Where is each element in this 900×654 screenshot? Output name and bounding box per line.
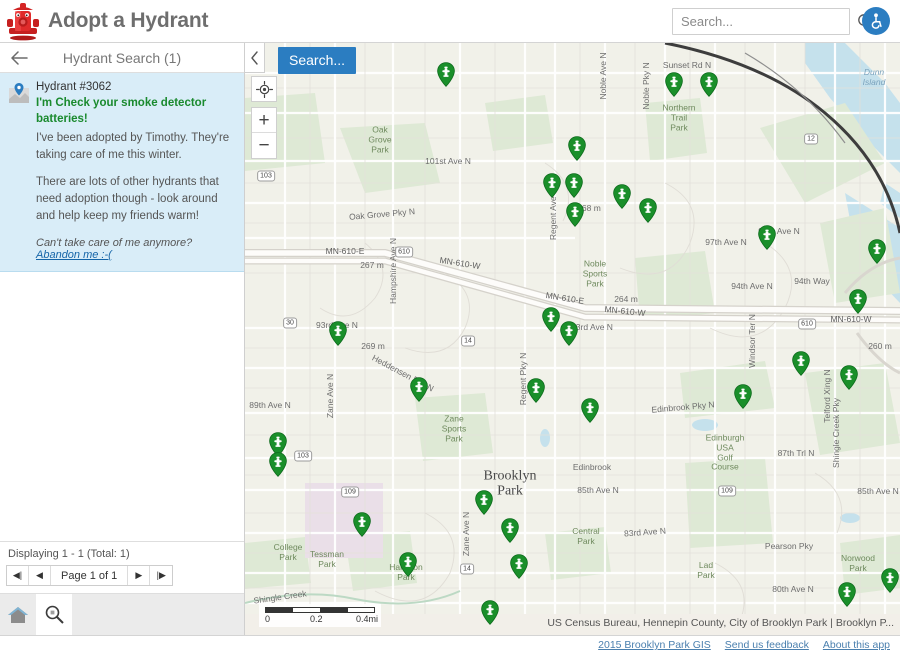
- hydrant-pin-marker[interactable]: [410, 377, 428, 402]
- map-controls: [245, 43, 265, 73]
- page-title: Adopt a Hydrant: [48, 9, 209, 32]
- scale-ticks: [265, 607, 375, 613]
- footer-link-feedback[interactable]: Send us feedback: [725, 639, 809, 651]
- hydrant-pin-marker[interactable]: [840, 365, 858, 390]
- search-tool-icon[interactable]: [36, 594, 72, 635]
- hydrant-pin-marker[interactable]: [399, 552, 417, 577]
- hydrant-pin-marker[interactable]: [568, 136, 586, 161]
- map-scale-bar: 0 0.2 0.4mi: [259, 604, 381, 627]
- panel-title: Hydrant Search (1): [62, 49, 182, 66]
- hydrant-pin-marker[interactable]: [838, 582, 856, 607]
- app-footer: 2015 Brooklyn Park GIS Send us feedback …: [0, 635, 900, 654]
- hydrant-pin-marker[interactable]: [527, 378, 545, 403]
- pager-last-button[interactable]: |▶: [150, 566, 172, 585]
- scale-tick-2: 0.4mi: [356, 614, 379, 624]
- hydrant-pin-marker[interactable]: [849, 289, 867, 314]
- hydrant-pin-marker[interactable]: [734, 384, 752, 409]
- hydrant-pin-marker[interactable]: [269, 452, 287, 477]
- app-header: Adopt a Hydrant: [0, 0, 900, 43]
- hydrant-pin-marker[interactable]: [700, 72, 718, 97]
- hydrant-pin-marker[interactable]: [510, 554, 528, 579]
- result-abandon-row: Can't take care of me anymore? Abandon m…: [36, 237, 236, 261]
- back-arrow-icon[interactable]: [8, 47, 30, 69]
- hydrant-pin-marker[interactable]: [565, 173, 583, 198]
- hydrant-pin-marker[interactable]: [353, 512, 371, 537]
- map-pin-thumbnail-icon: [8, 82, 30, 104]
- list-item[interactable]: Hydrant #3062 I'm Check your smoke detec…: [0, 73, 244, 273]
- hydrant-pin-marker[interactable]: [639, 198, 657, 223]
- map-search-button[interactable]: Search...: [278, 47, 357, 74]
- search-input[interactable]: [681, 13, 857, 29]
- result-title: Hydrant #3062: [36, 81, 112, 93]
- hydrant-pin-marker[interactable]: [613, 184, 631, 209]
- hydrant-pin-marker[interactable]: [665, 72, 683, 97]
- sidebar-panel: Hydrant Search (1) Hydrant #3062 I'm Che…: [0, 43, 245, 635]
- map-view[interactable]: 101st Ave N Oak Grove Pky N Sunset Rd N Nob…: [245, 43, 900, 635]
- footer-link-about[interactable]: About this app: [823, 639, 890, 651]
- hydrant-pin-marker[interactable]: [542, 307, 560, 332]
- pager: Displaying 1 - 1 (Total: 1) ◀| ◀ Page 1 …: [0, 541, 244, 593]
- hydrant-pin-marker[interactable]: [560, 321, 578, 346]
- sidebar-header: Hydrant Search (1): [0, 43, 244, 73]
- locate-crosshair-icon[interactable]: [251, 76, 277, 102]
- result-slogan: I'm Check your smoke detector batteries!: [36, 97, 207, 125]
- abandon-prompt: Can't take care of me anymore?: [36, 237, 193, 250]
- hydrant-pin-marker[interactable]: [543, 173, 561, 198]
- map-attribution: US Census Bureau, Hennepin County, City …: [547, 617, 894, 629]
- sidebar-toolbar: [0, 593, 244, 635]
- home-icon[interactable]: [0, 594, 36, 635]
- hydrant-pin-marker[interactable]: [501, 518, 519, 543]
- chevron-left-icon[interactable]: [245, 43, 265, 73]
- hydrant-pin-marker[interactable]: [792, 351, 810, 376]
- fire-hydrant-icon: [6, 1, 40, 41]
- scale-numbers: 0 0.2 0.4mi: [265, 614, 379, 625]
- zoom-in-button[interactable]: +: [252, 108, 276, 133]
- hydrant-pin-marker[interactable]: [475, 490, 493, 515]
- hydrant-pin-marker[interactable]: [566, 202, 584, 227]
- app-root: Adopt a Hydrant Search... Hydrant Search…: [0, 0, 900, 654]
- hydrant-pin-marker[interactable]: [881, 568, 899, 593]
- result-adopted-text: I've been adopted by Timothy. They're ta…: [36, 132, 230, 161]
- pager-controls[interactable]: ◀| ◀ Page 1 of 1 ▶ |▶: [6, 565, 174, 586]
- abandon-link[interactable]: Abandon me :-(: [36, 249, 112, 261]
- hydrant-pin-marker[interactable]: [481, 600, 499, 625]
- pager-prev-button[interactable]: ◀: [29, 566, 51, 585]
- hydrant-pin-marker[interactable]: [437, 62, 455, 87]
- header-search-box[interactable]: [672, 7, 874, 35]
- zoom-out-button[interactable]: −: [252, 133, 276, 158]
- pager-page-label: Page 1 of 1: [51, 566, 129, 585]
- hydrant-pin-marker[interactable]: [868, 239, 886, 264]
- zoom-controls: + −: [251, 107, 277, 159]
- hydrant-pin-marker[interactable]: [581, 398, 599, 423]
- scale-tick-1: 0.2: [310, 614, 323, 624]
- pager-first-button[interactable]: ◀|: [7, 566, 29, 585]
- footer-link-gis[interactable]: 2015 Brooklyn Park GIS: [598, 639, 711, 651]
- body-row: Hydrant Search (1) Hydrant #3062 I'm Che…: [0, 43, 900, 635]
- accessibility-button[interactable]: [862, 7, 890, 35]
- scale-tick-0: 0: [265, 614, 271, 624]
- hydrant-pin-marker[interactable]: [329, 321, 347, 346]
- pager-display-text: Displaying 1 - 1 (Total: 1): [8, 548, 130, 560]
- result-body: Hydrant #3062 I'm Check your smoke detec…: [36, 81, 236, 261]
- pager-next-button[interactable]: ▶: [128, 566, 151, 585]
- result-promo-text: There are lots of other hydrants that ne…: [36, 176, 219, 222]
- results-list: Hydrant #3062 I'm Check your smoke detec…: [0, 73, 244, 541]
- hydrant-pin-marker[interactable]: [758, 225, 776, 250]
